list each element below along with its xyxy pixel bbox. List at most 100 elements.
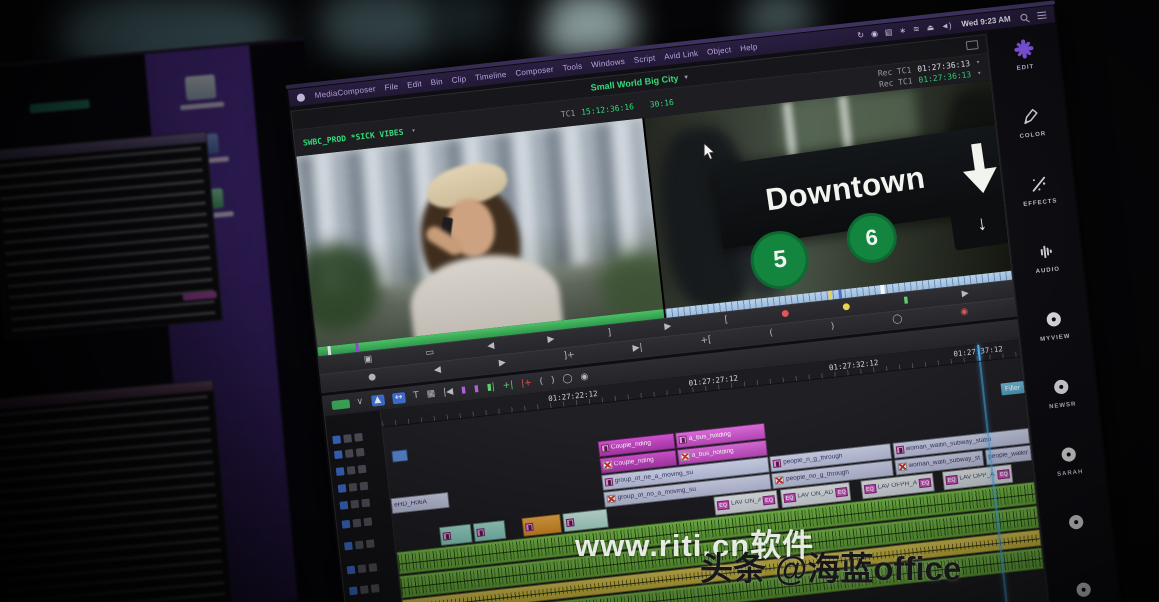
chevron-down-icon[interactable]: ▾ (975, 57, 980, 68)
menu-item-edit[interactable]: Edit (407, 79, 422, 90)
track-monitor-button[interactable] (359, 584, 369, 594)
transport-button[interactable]: +[ (700, 335, 712, 346)
menu-item-bin[interactable]: Bin (430, 77, 443, 87)
eq-effect-icon[interactable]: EQ (997, 469, 1011, 480)
timeline-tool-button[interactable]: |◀ (443, 387, 454, 398)
eq-effect-icon[interactable]: EQ (783, 492, 797, 504)
display-icon[interactable]: ▤ (884, 27, 893, 37)
track-monitor-button[interactable] (344, 449, 354, 458)
timeline-tool-button[interactable]: |+ (521, 378, 533, 389)
source-clip-name[interactable]: SWBC_PROD *SICK VIBES (302, 127, 404, 147)
eq-effect-icon[interactable]: EQ (835, 487, 849, 498)
transport-button[interactable]: ]+ (563, 350, 575, 361)
transport-button[interactable]: ) (830, 321, 835, 331)
wifi-icon[interactable]: ≋ (912, 24, 920, 34)
bin-window[interactable] (0, 131, 223, 340)
chevron-down-icon[interactable]: ▾ (684, 73, 688, 81)
sidebar-item-myview[interactable]: MYVIEW (1037, 307, 1074, 376)
hard-drive-icon[interactable] (184, 74, 217, 101)
chevron-down-icon[interactable]: ▾ (977, 68, 982, 79)
sidebar-item-edit[interactable]: EDIT (1011, 37, 1040, 105)
timeline-tool-button[interactable]: ↔ (391, 391, 407, 405)
track-monitor-button[interactable] (352, 518, 362, 527)
menu-item-script[interactable]: Script (633, 54, 656, 65)
timeline-tool-button[interactable]: ◯ (562, 374, 573, 385)
transport-button[interactable]: ] (607, 328, 612, 338)
timeline-tool-button[interactable]: ▮| (486, 382, 495, 393)
transport-button[interactable]: ▶ (664, 321, 672, 332)
timeline-tool-button[interactable]: ▮ (461, 385, 467, 395)
timeline-tool-button[interactable]: ) (551, 376, 556, 386)
timeline-tool-button[interactable]: ◉ (580, 372, 589, 383)
timeline-clip[interactable] (391, 449, 409, 463)
track-record-button[interactable] (348, 585, 358, 595)
menu-item-timeline[interactable]: Timeline (475, 70, 507, 82)
transport-button[interactable]: [ (724, 315, 729, 325)
sidebar-item-audio[interactable]: AUDIO (1033, 240, 1064, 308)
track-monitor-button[interactable] (348, 482, 358, 492)
eject-icon[interactable]: ⏏ (926, 23, 935, 33)
track-monitor-button[interactable] (346, 465, 356, 475)
transport-button[interactable]: ▶ (547, 334, 555, 345)
menu-item-object[interactable]: Object (707, 45, 732, 57)
track-record-button[interactable] (339, 500, 349, 510)
track-lock-button[interactable] (355, 447, 365, 457)
timeline-tool-button[interactable]: T (413, 391, 420, 402)
track-monitor-button[interactable] (357, 563, 367, 573)
bin-window[interactable] (0, 379, 234, 602)
menu-item-windows[interactable]: Windows (591, 57, 626, 70)
track-lock-button[interactable] (357, 464, 367, 474)
transport-button[interactable]: ● (842, 302, 851, 313)
track-lock-button[interactable] (359, 481, 369, 491)
timeline-tool-button[interactable]: ▮ (473, 384, 479, 394)
sidebar-item-sarah[interactable]: SARAH (1054, 442, 1087, 510)
track-lock-button[interactable] (370, 583, 380, 593)
timeline-tool-button[interactable]: +| (502, 380, 514, 391)
transport-button[interactable]: ● (781, 308, 790, 319)
sidebar-item-workspace[interactable] (1064, 510, 1093, 578)
avid-link-icon[interactable]: ◉ (870, 29, 878, 39)
track-monitor-button[interactable] (343, 434, 353, 443)
timeline-tool-button[interactable]: ( (539, 377, 544, 387)
eq-effect-icon[interactable]: EQ (945, 474, 959, 486)
sidebar-item-color[interactable]: COLOR (1016, 104, 1050, 173)
record-monitor[interactable]: Downtown 5 6 ↓ (644, 79, 1012, 309)
window-layout-icon[interactable] (965, 40, 979, 51)
track-record-button[interactable] (343, 541, 353, 551)
transport-button[interactable]: ▶ (498, 358, 506, 369)
transport-button[interactable]: ◉ (960, 307, 969, 318)
eq-effect-icon[interactable]: EQ (918, 477, 932, 489)
sync-icon[interactable]: ↻ (857, 30, 865, 40)
bin-clip-rows[interactable] (0, 395, 226, 602)
transport-button[interactable]: ◀ (487, 341, 495, 352)
transport-button[interactable]: ▶ (961, 289, 969, 300)
track-record-button[interactable] (337, 484, 347, 493)
timeline-clip[interactable] (438, 523, 473, 546)
track-monitor-button[interactable] (350, 499, 360, 509)
chevron-down-icon[interactable]: ▾ (411, 126, 416, 134)
transport-button[interactable]: ▮ (903, 295, 909, 305)
menu-item-help[interactable]: Help (740, 42, 758, 53)
transport-button[interactable]: ▶| (632, 343, 643, 354)
track-lock-button[interactable] (365, 538, 375, 548)
eq-effect-icon[interactable]: EQ (762, 495, 776, 506)
menu-item-tools[interactable]: Tools (562, 62, 583, 73)
sidebar-item-effects[interactable]: EFFECTS (1020, 171, 1061, 240)
timeline-tool-button[interactable]: ▲ (370, 394, 385, 407)
timeline-clip[interactable] (472, 519, 507, 543)
track-record-button[interactable] (332, 435, 342, 445)
track-record-button[interactable] (346, 565, 356, 574)
bin-clip-rows[interactable] (0, 146, 216, 334)
timeline-tool-button[interactable]: ∨ (356, 397, 364, 408)
transport-button[interactable]: ▣ (363, 354, 373, 365)
track-record-button[interactable] (333, 450, 343, 460)
menu-item-clip[interactable]: Clip (451, 74, 466, 85)
menu-bar-clock[interactable]: Wed 9:23 AM (961, 14, 1011, 28)
transport-button[interactable]: ◀ (433, 365, 441, 376)
apple-menu-icon[interactable] (296, 92, 306, 102)
spotlight-search-icon[interactable] (1020, 13, 1028, 22)
menu-item-file[interactable]: File (384, 82, 399, 92)
clip-color-chip[interactable] (331, 399, 351, 411)
volume-icon[interactable]: ◄) (941, 21, 953, 31)
eq-effect-icon[interactable]: EQ (716, 500, 730, 511)
